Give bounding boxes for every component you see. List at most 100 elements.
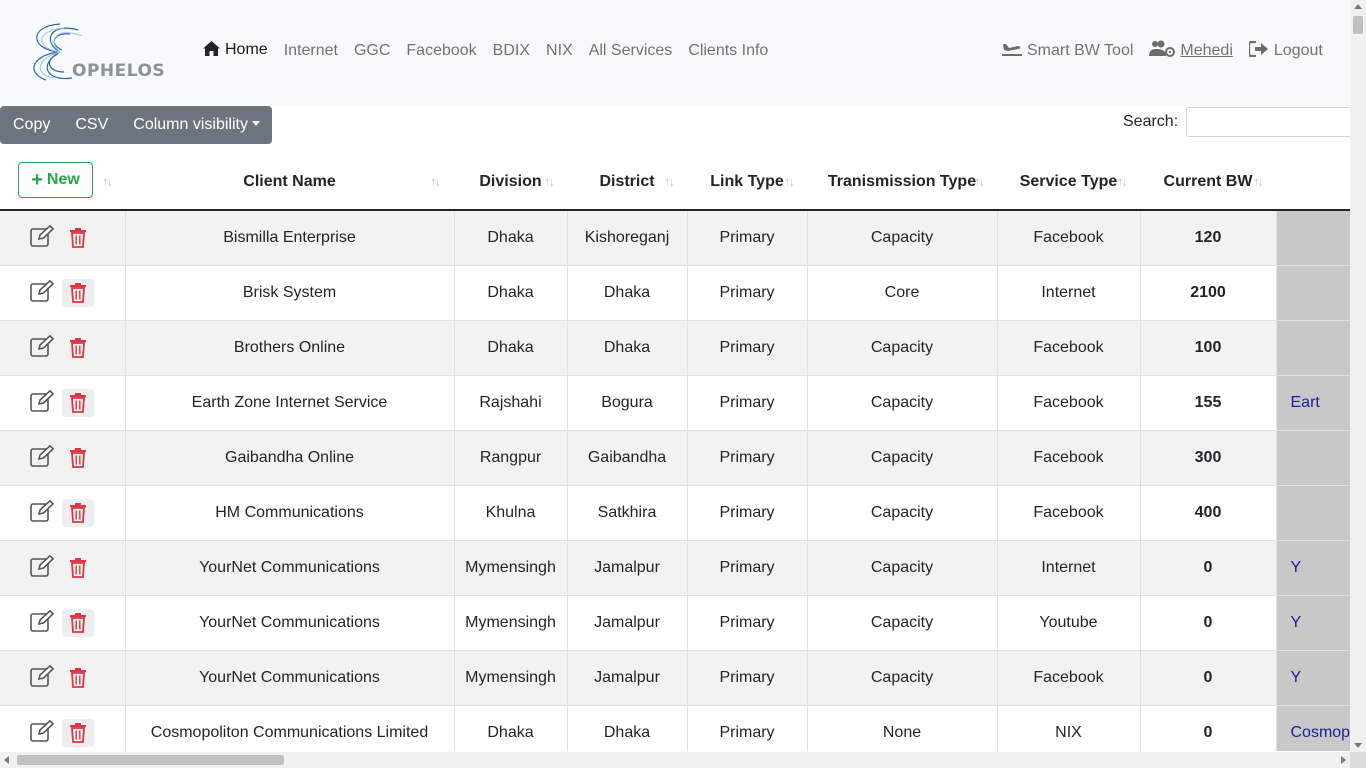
header-current-bw[interactable]: Current BW ↑↓: [1140, 154, 1276, 211]
service-type-cell: Facebook: [997, 485, 1141, 541]
transmission-type-cell: Capacity: [807, 650, 998, 706]
vertical-scrollbar[interactable]: [1350, 0, 1366, 752]
header-client-name[interactable]: Client Name ↑↓: [125, 154, 454, 211]
header-transmission-type[interactable]: Tranismission Type ↑↓: [807, 154, 997, 211]
new-client-button[interactable]: + New: [18, 162, 93, 198]
division-cell: Dhaka: [454, 210, 568, 266]
header-extra: [1276, 154, 1350, 211]
edit-icon[interactable]: [30, 279, 55, 307]
nav-home[interactable]: Home: [203, 41, 268, 61]
client-name-cell: Earth Zone Internet Service: [125, 375, 455, 431]
nav-home-label: Home: [225, 41, 268, 58]
edit-icon[interactable]: [30, 554, 55, 582]
delete-icon[interactable]: [62, 499, 94, 527]
header-district[interactable]: District ↑↓: [567, 154, 687, 211]
link-type-cell: Primary: [687, 430, 808, 486]
client-name-cell: YourNet Communications: [125, 650, 455, 706]
transmission-type-cell: Capacity: [807, 540, 998, 596]
scroll-right-arrow-icon[interactable]: [1341, 756, 1346, 764]
actions-cell: [0, 485, 126, 541]
service-type-cell: NIX: [997, 705, 1141, 751]
delete-icon[interactable]: [62, 279, 94, 307]
table-row: YourNet Communications Mymensingh Jamalpur…: [0, 650, 1350, 706]
district-cell: Jamalpur: [567, 595, 688, 651]
nav-logout[interactable]: Logout: [1247, 40, 1323, 62]
link-type-cell: Primary: [687, 705, 808, 751]
nav-facebook[interactable]: Facebook: [406, 42, 476, 60]
current-bw-cell: 155: [1140, 375, 1277, 431]
header-actions[interactable]: + New ↑↓: [0, 154, 125, 211]
header-service-type[interactable]: Service Type ↑↓: [997, 154, 1140, 211]
delete-icon[interactable]: [62, 334, 94, 362]
nav-smart-bw-label: Smart BW Tool: [1027, 41, 1134, 59]
scroll-up-arrow-icon[interactable]: [1354, 4, 1362, 9]
nav-nix[interactable]: NIX: [546, 42, 573, 60]
sort-icon: ↑↓: [974, 174, 985, 189]
header-division[interactable]: Division ↑↓: [454, 154, 567, 211]
copy-button[interactable]: Copy: [0, 106, 62, 144]
delete-icon[interactable]: [62, 554, 94, 582]
service-type-cell: Internet: [997, 265, 1141, 321]
actions-cell: [0, 375, 126, 431]
nav-all-services[interactable]: All Services: [589, 42, 673, 60]
extra-cell: Y: [1276, 540, 1350, 596]
logo-text: OPHELOS: [72, 61, 166, 81]
scroll-down-arrow-icon[interactable]: [1354, 743, 1362, 748]
header-link-type-label: Link Type: [710, 172, 784, 190]
header-link-type[interactable]: Link Type ↑↓: [687, 154, 807, 211]
edit-icon[interactable]: [30, 224, 55, 252]
nav-internet[interactable]: Internet: [284, 42, 338, 60]
current-bw-cell: 0: [1140, 650, 1277, 706]
delete-icon[interactable]: [62, 609, 94, 637]
vertical-scroll-thumb[interactable]: [1353, 16, 1363, 34]
division-cell: Rangpur: [454, 430, 568, 486]
actions-cell: [0, 650, 126, 706]
nav-clients-info[interactable]: Clients Info: [688, 42, 768, 60]
scroll-left-arrow-icon[interactable]: [4, 756, 9, 764]
main-nav: Home Internet GGC Facebook BDIX NIX All …: [203, 38, 784, 64]
transmission-type-cell: Capacity: [807, 430, 998, 486]
edit-icon[interactable]: [30, 719, 55, 747]
delete-icon[interactable]: [62, 719, 94, 747]
table-row: Cosmopoliton Communications Limited Dhaka…: [0, 705, 1350, 751]
current-bw-cell: 0: [1140, 595, 1277, 651]
table-header-row: + New ↑↓ Client Name ↑↓ Division ↑↓ Distric…: [0, 154, 1350, 211]
extra-cell: [1276, 430, 1350, 486]
transmission-type-cell: Capacity: [807, 375, 998, 431]
division-cell: Dhaka: [454, 265, 568, 321]
nav-smart-bw-tool[interactable]: Smart BW Tool: [1002, 41, 1133, 62]
nav-user-profile[interactable]: Mehedi: [1149, 40, 1233, 62]
link-type-cell: Primary: [687, 210, 808, 266]
district-cell: Satkhira: [567, 485, 688, 541]
service-type-cell: Youtube: [997, 595, 1141, 651]
column-visibility-button[interactable]: Column visibility: [120, 106, 272, 144]
edit-icon[interactable]: [30, 334, 55, 362]
service-type-cell: Facebook: [997, 375, 1141, 431]
delete-icon[interactable]: [62, 389, 94, 417]
sort-icon: ↑↓: [102, 174, 113, 189]
delete-icon[interactable]: [62, 444, 94, 472]
export-button-group: Copy CSV Column visibility: [0, 106, 272, 144]
plus-icon: +: [31, 169, 43, 191]
user-nav: Smart BW Tool Mehedi Logout: [1002, 38, 1339, 64]
column-visibility-label: Column visibility: [133, 116, 248, 133]
nav-ggc[interactable]: GGC: [354, 42, 390, 60]
delete-icon[interactable]: [62, 664, 94, 692]
delete-icon[interactable]: [62, 224, 94, 252]
users-cog-icon: [1149, 40, 1176, 62]
nav-bdix[interactable]: BDIX: [493, 42, 530, 60]
client-name-cell: Gaibandha Online: [125, 430, 455, 486]
edit-icon[interactable]: [30, 499, 55, 527]
extra-cell: [1276, 210, 1350, 266]
edit-icon[interactable]: [30, 664, 55, 692]
ophelos-logo[interactable]: OPHELOS: [20, 20, 165, 84]
header-district-label: District: [599, 172, 655, 190]
csv-button[interactable]: CSV: [62, 106, 120, 144]
edit-icon[interactable]: [30, 444, 55, 472]
horizontal-scrollbar[interactable]: [0, 752, 1350, 768]
horizontal-scroll-thumb[interactable]: [17, 755, 284, 765]
actions-cell: [0, 540, 126, 596]
search-input[interactable]: [1186, 107, 1361, 137]
edit-icon[interactable]: [30, 389, 55, 417]
edit-icon[interactable]: [30, 609, 55, 637]
